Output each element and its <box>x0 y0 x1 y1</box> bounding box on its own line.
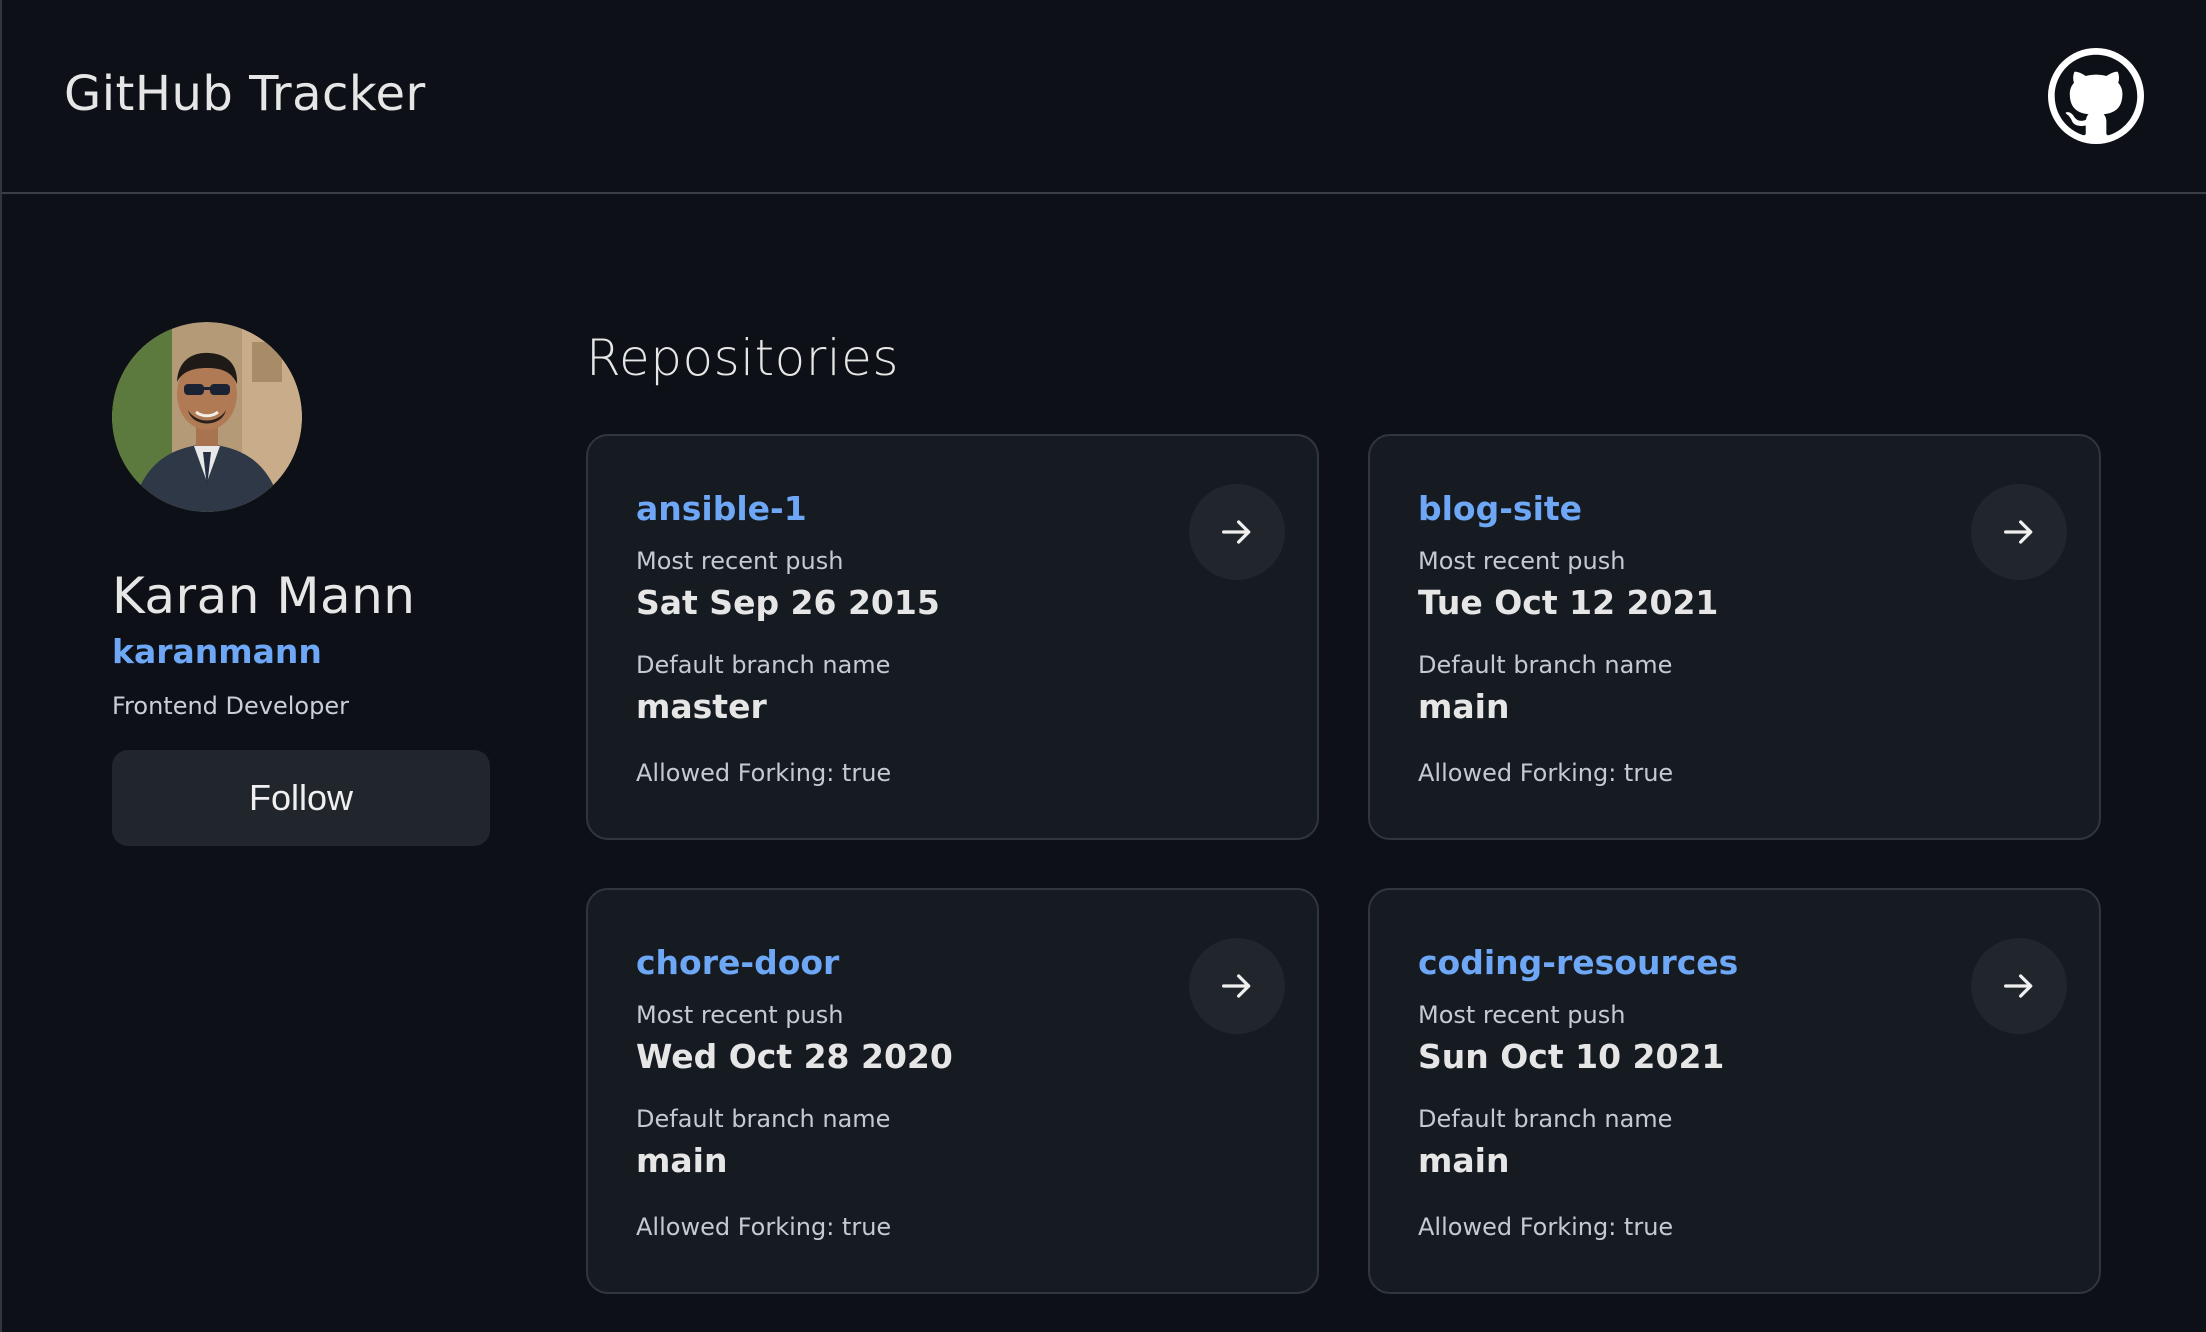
forking-status: Allowed Forking: true <box>1418 1213 1674 1241</box>
repo-card: coding-resources Most recent push Sun Oc… <box>1368 888 2101 1294</box>
open-repo-button[interactable] <box>1189 484 1285 580</box>
github-octocat-icon[interactable] <box>2048 48 2144 144</box>
forking-status: Allowed Forking: true <box>636 759 892 787</box>
open-repo-button[interactable] <box>1971 484 2067 580</box>
open-repo-button[interactable] <box>1971 938 2067 1034</box>
follow-button[interactable]: Follow <box>112 750 490 846</box>
repo-card: blog-site Most recent push Tue Oct 12 20… <box>1368 434 2101 840</box>
branch-label: Default branch name <box>1418 651 1673 679</box>
profile-name: Karan Mann <box>112 567 416 625</box>
repo-card: ansible-1 Most recent push Sat Sep 26 20… <box>586 434 1319 840</box>
app-page: GitHub Tracker Karan Mann karanmann Fron… <box>0 0 2206 1332</box>
arrow-right-icon <box>2004 520 2033 544</box>
repository-grid: ansible-1 Most recent push Sat Sep 26 20… <box>586 434 2101 1294</box>
push-date: Wed Oct 28 2020 <box>636 1037 953 1076</box>
branch-label: Default branch name <box>636 651 891 679</box>
top-navbar: GitHub Tracker <box>2 0 2206 194</box>
avatar <box>112 322 302 512</box>
open-repo-button[interactable] <box>1189 938 1285 1034</box>
profile-sidebar: Karan Mann karanmann Frontend Developer … <box>112 322 512 846</box>
arrow-right-icon <box>2004 974 2033 998</box>
push-date: Tue Oct 12 2021 <box>1418 583 1719 622</box>
repositories-heading: Repositories <box>586 329 899 387</box>
push-date: Sun Oct 10 2021 <box>1418 1037 1725 1076</box>
push-date: Sat Sep 26 2015 <box>636 583 940 622</box>
branch-name: master <box>636 687 767 726</box>
forking-status: Allowed Forking: true <box>1418 759 1674 787</box>
branch-label: Default branch name <box>1418 1105 1673 1133</box>
branch-label: Default branch name <box>636 1105 891 1133</box>
arrow-right-icon <box>1222 520 1251 544</box>
repo-card: chore-door Most recent push Wed Oct 28 2… <box>586 888 1319 1294</box>
arrow-right-icon <box>1222 974 1251 998</box>
app-title: GitHub Tracker <box>64 66 426 122</box>
profile-username[interactable]: karanmann <box>112 630 512 674</box>
forking-status: Allowed Forking: true <box>636 1213 892 1241</box>
branch-name: main <box>1418 1141 1510 1180</box>
profile-bio: Frontend Developer <box>112 692 349 720</box>
branch-name: main <box>636 1141 728 1180</box>
branch-name: main <box>1418 687 1510 726</box>
